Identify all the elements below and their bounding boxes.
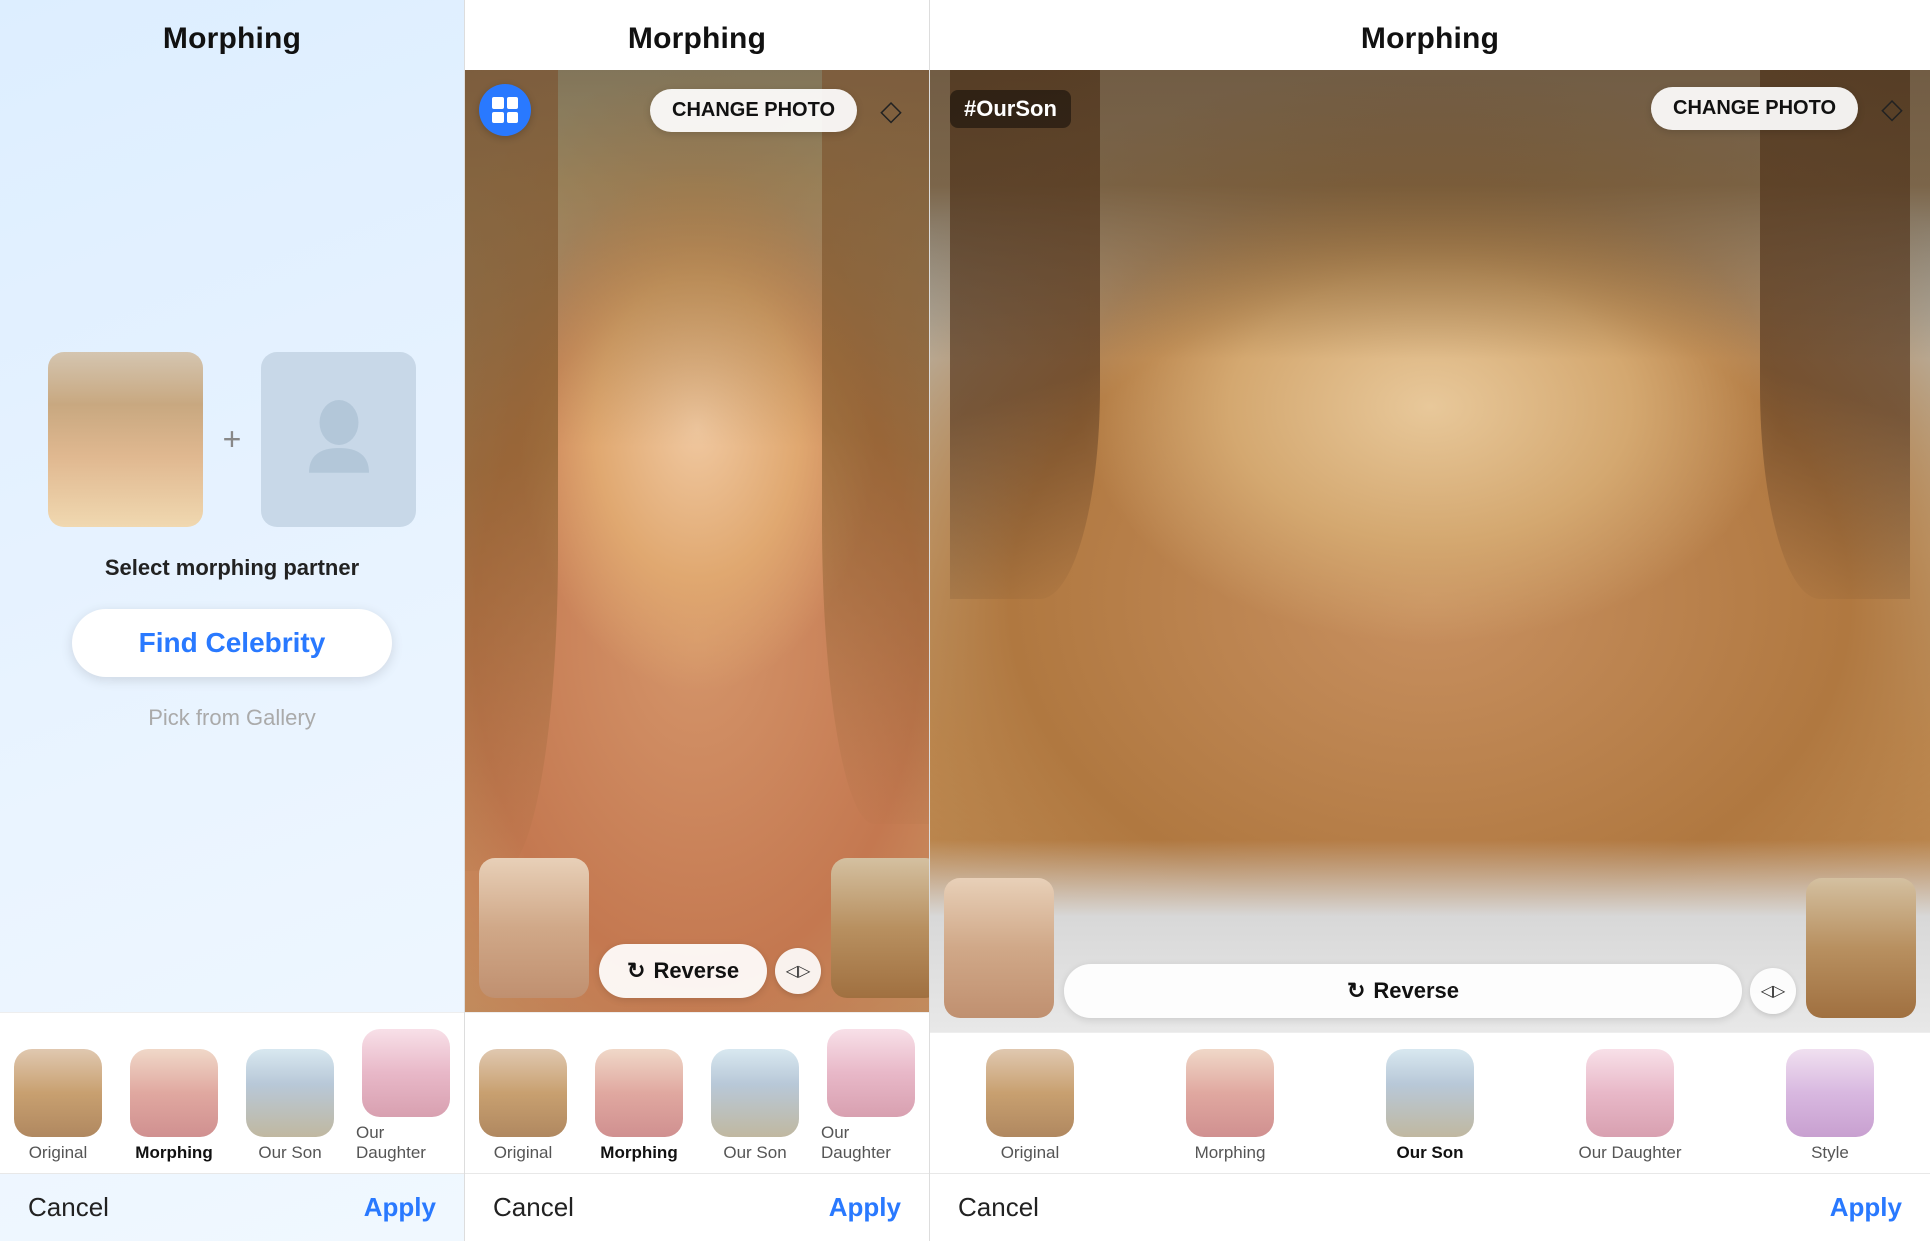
panel2-photo-thumbs: ↻ Reverse ◁▷ [479,858,915,998]
tab-morphing-p3[interactable]: Morphing [1130,1043,1330,1173]
expand-icon-p3: ◁▷ [1761,981,1786,1001]
tab-ourson-p2[interactable]: Our Son [697,1043,813,1173]
tab-thumb-ourdaughter-p2 [827,1029,915,1117]
panel3-photo-thumbs: ↻ Reverse ◁▷ [944,878,1916,1018]
eraser-icon: ◇ [880,94,902,127]
tab-label-original-p3: Original [1001,1143,1060,1163]
tab-ourdaughter-p2[interactable]: Our Daughter [813,1023,929,1173]
photo-thumb-left-p3[interactable] [944,878,1054,1018]
reverse-button-p2[interactable]: ↻ Reverse [599,944,767,998]
panel-morphing: Morphing CHANGE PHOTO ◇ [465,0,930,1241]
panel3-action-bar: Cancel Apply [930,1173,1930,1241]
grid-icon [492,97,518,123]
expand-icon: ◁▷ [786,961,811,981]
tab-morphing-p1[interactable]: Morphing [116,1043,232,1173]
tab-label-morphing-p2: Morphing [600,1143,677,1163]
tab-ourson-p1[interactable]: Our Son [232,1043,348,1173]
tab-label-style-p3: Style [1811,1143,1849,1163]
expand-button-p2[interactable]: ◁▷ [775,948,821,994]
reverse-icon-p3: ↻ [1347,978,1365,1004]
tab-style-p3[interactable]: Style [1730,1043,1930,1173]
tab-label-ourson-p2: Our Son [723,1143,786,1163]
tab-label-original-p2: Original [494,1143,553,1163]
tab-thumb-style-p3 [1786,1049,1874,1137]
panel3-title: Morphing [930,0,1930,70]
grid-view-button[interactable] [479,84,531,136]
tab-thumb-original [14,1049,102,1137]
panel1-action-bar: Cancel Apply [0,1173,464,1241]
panel1-tabs-bar: Original Morphing Our Son Our Daughter [0,1012,464,1173]
tab-thumb-morphing-p3 [1186,1049,1274,1137]
panel2-top-bar: CHANGE PHOTO ◇ [479,84,915,136]
tab-thumb-morphing [130,1049,218,1137]
silhouette-icon [294,394,384,484]
panel2-main-photo: CHANGE PHOTO ◇ ↻ Reverse ◁▷ [465,70,929,1012]
tab-thumb-morphing-p2 [595,1049,683,1137]
panel2-title: Morphing [465,0,929,70]
eraser-button-p3[interactable]: ◇ [1868,84,1916,132]
panel-ourson: Morphing #OurSon CHANGE PHOTO ◇ [930,0,1930,1241]
panel3-main-photo: #OurSon CHANGE PHOTO ◇ ↻ Reverse ◁▷ [930,70,1930,1032]
panel3-apply-button[interactable]: Apply [1830,1192,1902,1223]
panel2-tabs-bar: Original Morphing Our Son Our Daughter [465,1012,929,1173]
plus-separator: + [223,421,242,458]
tab-label-ourdaughter-p3: Our Daughter [1579,1143,1682,1163]
tab-original-p1[interactable]: Original [0,1043,116,1173]
partner-face-placeholder[interactable] [261,352,416,527]
tab-thumb-ourdaughter-p3 [1586,1049,1674,1137]
tab-thumb-ourson-p2 [711,1049,799,1137]
tab-label-ourson: Our Son [258,1143,321,1163]
tab-thumb-original-p2 [479,1049,567,1137]
tab-thumb-original-p3 [986,1049,1074,1137]
tab-morphing-p2[interactable]: Morphing [581,1043,697,1173]
tab-label-ourdaughter: Our Daughter [356,1123,456,1163]
panel2-cancel-button[interactable]: Cancel [493,1192,574,1223]
face-pair: + [48,352,417,527]
tab-ourdaughter-p3[interactable]: Our Daughter [1530,1043,1730,1173]
change-photo-button-p3[interactable]: CHANGE PHOTO [1651,87,1858,130]
panel3-cancel-button[interactable]: Cancel [958,1192,1039,1223]
panel1-cancel-button[interactable]: Cancel [28,1192,109,1223]
tab-label-original: Original [29,1143,88,1163]
eraser-icon-p3: ◇ [1881,92,1903,125]
panel2-bar-right: CHANGE PHOTO ◇ [650,86,915,134]
tab-ourson-p3[interactable]: Our Son [1330,1043,1530,1173]
panel1-title: Morphing [0,0,464,70]
find-celebrity-button[interactable]: Find Celebrity [72,609,392,677]
photo-thumb-right-p3[interactable] [1806,878,1916,1018]
panel3-tabs-bar: Original Morphing Our Son Our Daughter S… [930,1032,1930,1173]
reverse-label-p3: Reverse [1373,978,1459,1004]
tab-label-ourdaughter-p2: Our Daughter [821,1123,921,1163]
pick-gallery-button[interactable]: Pick from Gallery [148,705,315,731]
reverse-label: Reverse [653,958,739,984]
tab-label-morphing: Morphing [135,1143,212,1163]
eraser-button-p2[interactable]: ◇ [867,86,915,134]
reverse-icon: ↻ [627,958,645,984]
change-photo-button-p2[interactable]: CHANGE PHOTO [650,89,857,132]
source-face[interactable] [48,352,203,527]
photo-thumb-right[interactable] [831,858,929,998]
photo-thumb-left[interactable] [479,858,589,998]
reverse-button-p3[interactable]: ↻ Reverse [1064,964,1742,1018]
tab-thumb-ourson [246,1049,334,1137]
tab-label-ourson-p3: Our Son [1396,1143,1463,1163]
tab-label-morphing-p3: Morphing [1195,1143,1266,1163]
tab-ourdaughter-p1[interactable]: Our Daughter [348,1023,464,1173]
panel2-apply-button[interactable]: Apply [829,1192,901,1223]
panel3-bar-right: CHANGE PHOTO ◇ [1651,84,1916,132]
tab-original-p2[interactable]: Original [465,1043,581,1173]
panel3-top-bar: CHANGE PHOTO ◇ [944,84,1916,132]
panel1-apply-button[interactable]: Apply [364,1192,436,1223]
expand-button-p3[interactable]: ◁▷ [1750,968,1796,1014]
panel-setup: Morphing + Select morphing partner Find … [0,0,465,1241]
tab-thumb-ourson-p3 [1386,1049,1474,1137]
tab-thumb-ourdaughter [362,1029,450,1117]
panel1-main: + Select morphing partner Find Celebrity… [0,70,464,1012]
tab-original-p3[interactable]: Original [930,1043,1130,1173]
select-morphing-label: Select morphing partner [105,555,359,581]
panel2-action-bar: Cancel Apply [465,1173,929,1241]
